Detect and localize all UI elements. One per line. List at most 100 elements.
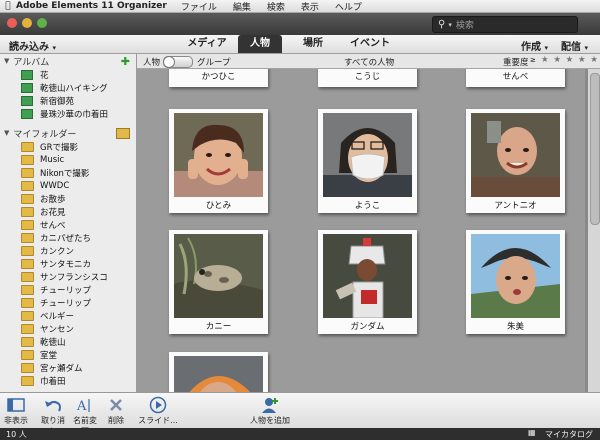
tab-places[interactable]: 場所 — [290, 35, 336, 53]
import-button[interactable]: 読み込み ▾ — [9, 38, 56, 53]
rename-icon: A — [70, 395, 100, 415]
menu-help[interactable]: ヘルプ — [335, 0, 362, 13]
person-name: こうじ — [354, 72, 381, 82]
sidebar-item-album[interactable]: 新宿御苑 — [0, 94, 136, 107]
chevron-down-icon: ▾ — [544, 44, 548, 52]
tab-events[interactable]: イベント — [340, 35, 400, 53]
person-card[interactable] — [169, 352, 268, 392]
person-card[interactable]: 朱美 — [466, 230, 565, 334]
folder-icon — [21, 362, 34, 373]
grid-vertical-scrollbar[interactable] — [587, 69, 600, 392]
person-photo — [471, 234, 560, 318]
sidebar-item-folder[interactable]: ヤンセン — [0, 322, 136, 335]
sidebar-item-folder[interactable]: サンタモニカ — [0, 257, 136, 270]
sidebar-item-folder[interactable]: 宮ヶ瀬ダム — [0, 361, 136, 374]
chevron-down-icon: ▾ — [52, 44, 56, 52]
folder-icon — [21, 284, 34, 295]
person-card[interactable]: ガンダム — [318, 230, 417, 334]
importance-operator[interactable]: ≥ — [530, 56, 536, 64]
folder-icon — [21, 297, 34, 308]
person-card[interactable]: かつひこ — [169, 69, 268, 87]
person-group-toggle[interactable] — [163, 56, 193, 68]
person-card[interactable]: せんべ — [466, 69, 565, 87]
folder-label: カニパぜたち — [40, 233, 92, 244]
sidebar-item-folder[interactable]: お花見 — [0, 205, 136, 218]
sidebar-item-folder[interactable]: 巾着田 — [0, 374, 136, 387]
add-album-icon[interactable]: ✚ — [121, 55, 130, 68]
menu-view[interactable]: 表示 — [301, 0, 319, 13]
person-name: アントニオ — [494, 201, 537, 211]
album-label: 花 — [40, 70, 49, 81]
person-photo — [174, 113, 263, 197]
view-title: すべての人物 — [344, 58, 395, 68]
hide-panel-button[interactable]: 非表示 — [2, 395, 30, 426]
person-toggle-label: 人物 — [143, 58, 161, 68]
sidebar-item-folder[interactable]: 室堂 — [0, 348, 136, 361]
apple-icon[interactable]:  — [0, 1, 16, 11]
folder-label: ヤンセン — [40, 324, 75, 335]
folder-icon — [21, 219, 34, 230]
star-rating-filter[interactable]: ★ ★ ★ ★ ★ — [541, 55, 599, 65]
albums-header-label: アルバム — [13, 57, 50, 68]
sidebar-item-folder[interactable]: カンクン — [0, 244, 136, 257]
sidebar-item-folder[interactable]: Music — [0, 153, 136, 166]
folders-section-header[interactable]: ▼ マイフォルダー — [0, 126, 136, 140]
sidebar-item-folder[interactable]: カニパぜたち — [0, 231, 136, 244]
folder-label: Music — [40, 154, 65, 165]
window-titlebar: ⚲ ▾ 検索 — [0, 13, 600, 35]
play-icon — [138, 395, 178, 415]
folder-label: Nikonで撮影 — [40, 168, 90, 179]
delete-button[interactable]: 削除 — [104, 395, 128, 426]
sidebar-item-folder[interactable]: チューリップ — [0, 283, 136, 296]
person-card[interactable]: ようこ — [318, 109, 417, 213]
catalog-name[interactable]: マイカタログ — [545, 429, 593, 440]
person-card[interactable]: カニー — [169, 230, 268, 334]
slideshow-button[interactable]: スライド... — [138, 395, 178, 426]
person-card[interactable]: ひとみ — [169, 109, 268, 213]
sidebar-item-album[interactable]: 乾徳山ハイキング — [0, 81, 136, 94]
sidebar-item-folder[interactable]: お散歩 — [0, 192, 136, 205]
people-grid: かつひこ こうじ せんべ ひとみ ようこ アントニオ カニー ガンダム 朱美 — [137, 69, 585, 392]
zoom-window-button[interactable] — [37, 18, 47, 28]
sidebar-item-album[interactable]: 曼珠沙華の巾着田 — [0, 107, 136, 120]
disclosure-triangle-icon[interactable]: ▼ — [4, 129, 9, 137]
albums-section-header[interactable]: ▼ アルバム ✚ — [0, 54, 136, 68]
sidebar-item-folder[interactable]: 乾徳山 — [0, 335, 136, 348]
top-navbar: 読み込み ▾ メディア 人物 場所 イベント 作成 ▾ 配信 ▾ — [0, 35, 600, 54]
folder-icon — [21, 193, 34, 204]
sidebar-item-folder[interactable]: サンフランシスコ — [0, 270, 136, 283]
sidebar-item-folder[interactable]: ベルギー — [0, 309, 136, 322]
folder-icon — [21, 245, 34, 256]
folder-view-icon[interactable] — [116, 128, 130, 139]
menu-find[interactable]: 検索 — [267, 0, 285, 13]
person-card[interactable]: アントニオ — [466, 109, 565, 213]
close-window-button[interactable] — [7, 18, 17, 28]
create-button[interactable]: 作成 ▾ — [521, 38, 548, 53]
folder-label: 乾徳山 — [40, 337, 66, 348]
menu-edit[interactable]: 編集 — [233, 0, 251, 13]
disclosure-triangle-icon[interactable]: ▼ — [4, 57, 9, 65]
add-person-button[interactable]: 人物を追加 — [248, 395, 292, 426]
person-card[interactable]: こうじ — [318, 69, 417, 87]
tab-people[interactable]: 人物 — [238, 35, 282, 53]
folder-icon — [21, 141, 34, 152]
tab-media[interactable]: メディア — [176, 35, 238, 53]
sidebar-item-folder[interactable]: GRで撮影 — [0, 140, 136, 153]
sidebar-item-folder[interactable]: Nikonで撮影 — [0, 166, 136, 179]
search-icon: ⚲ — [438, 19, 446, 30]
add-person-icon — [248, 395, 292, 415]
sidebar-item-folder[interactable]: チューリップ — [0, 296, 136, 309]
folder-label: カンクン — [40, 246, 75, 257]
group-toggle-label: グループ — [197, 58, 231, 68]
folder-icon — [21, 232, 34, 243]
minimize-window-button[interactable] — [22, 18, 32, 28]
app-menu[interactable]: Adobe Elements 11 Organizer — [16, 1, 167, 11]
scrollbar-thumb[interactable] — [590, 73, 600, 225]
sidebar-item-folder[interactable]: WWDC — [0, 179, 136, 192]
search-input[interactable]: ⚲ ▾ 検索 — [432, 16, 578, 33]
sidebar-item-album[interactable]: 花 — [0, 68, 136, 81]
slideshow-label: スライド... — [138, 416, 178, 425]
share-button[interactable]: 配信 ▾ — [561, 38, 588, 53]
menu-file[interactable]: ファイル — [181, 0, 217, 13]
sidebar-item-folder[interactable]: せんべ — [0, 218, 136, 231]
